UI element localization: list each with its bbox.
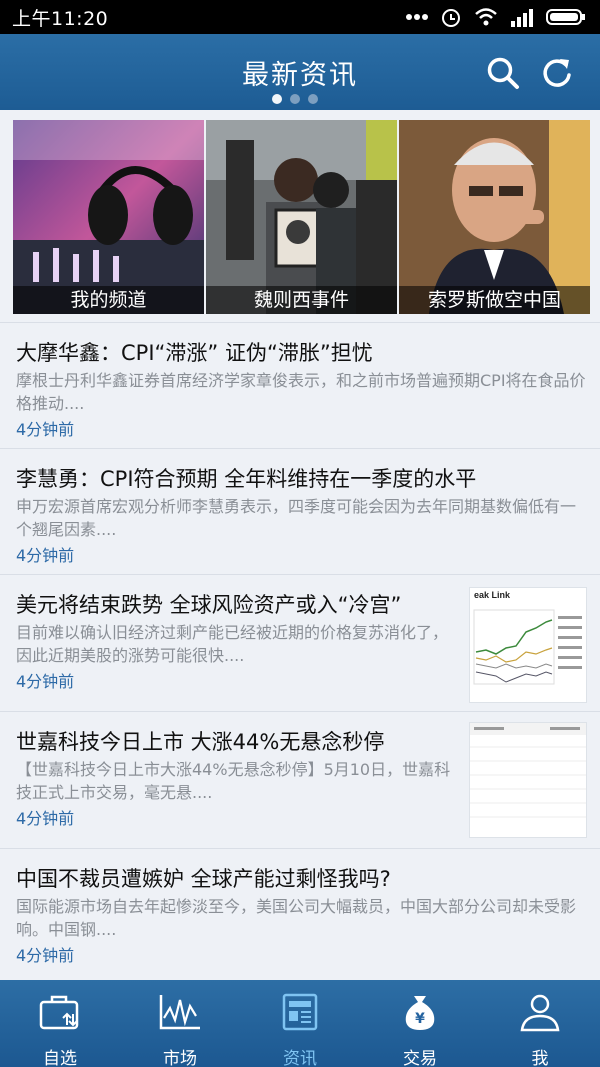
news-summary: 申万宏源首席宏观分析师李慧勇表示，四季度可能会因为去年同期基数偏低有一个翘尾因素… <box>16 497 577 539</box>
market-chart-icon <box>159 995 200 1030</box>
news-item[interactable]: 美元将结束跌势 全球风险资产或入“冷宫” 目前难以确认旧经济过剩产能已经被近期的… <box>0 574 600 711</box>
page-dot-active <box>272 94 282 104</box>
thumbnail-stock-table-image <box>470 723 586 818</box>
news-title: 中国不裁员遭嫉妒 全球产能过剩怪我吗? <box>16 867 391 891</box>
tab-label: 我 <box>531 1049 549 1067</box>
svg-text:¥: ¥ <box>415 1011 425 1027</box>
news-time: 4分钟前 <box>16 546 75 565</box>
tab-label: 自选 <box>43 1049 77 1067</box>
news-item[interactable]: 大摩华鑫：CPI“滞涨” 证伪“滞胀”担忧 摩根士丹利华鑫证券首席经济学家章俊表… <box>0 322 600 448</box>
news-summary: 国际能源市场自去年起惨淡至今，美国公司大幅裁员，中国大部分公司却未受影响。中国钢… <box>16 897 577 939</box>
app-header: 最新资讯 <box>0 34 600 110</box>
news-summary: 【世嘉科技今日上市大涨44%无悬念秒停】5月10日，世嘉科技正式上市交易，毫无悬… <box>16 760 451 802</box>
news-time: 4分钟前 <box>16 946 75 965</box>
carousel-slide-wei-zexi[interactable]: 魏则西事件 <box>206 120 397 314</box>
news-thumbnail: eak Link <box>469 587 587 703</box>
slide-caption: 索罗斯做空中国 <box>399 286 590 314</box>
news-item[interactable]: 中国不裁员遭嫉妒 全球产能过剩怪我吗? 国际能源市场自去年起惨淡至今，美国公司大… <box>0 848 600 978</box>
carousel-page-indicator <box>272 94 318 104</box>
tab-news[interactable]: 资讯 <box>240 980 360 1067</box>
news-summary: 目前难以确认旧经济过剩产能已经被近期的价格复苏消化了，因此近期美股的涨势可能很快… <box>16 623 449 665</box>
slide-caption: 我的频道 <box>13 286 204 314</box>
status-bar: 上午11:20 <box>0 0 600 34</box>
headphones-studio-image <box>13 120 204 314</box>
tab-market[interactable]: 市场 <box>120 980 240 1067</box>
slide-caption: 魏则西事件 <box>206 286 397 314</box>
tab-me[interactable]: 我 <box>480 980 600 1067</box>
battery-icon <box>546 9 585 25</box>
carousel-slide-soros[interactable]: 索罗斯做空中国 <box>399 120 590 314</box>
watchlist-icon <box>39 995 79 1030</box>
money-bag-icon: ¥ <box>405 996 435 1030</box>
news-title: 大摩华鑫：CPI“滞涨” 证伪“滞胀”担忧 <box>16 341 373 365</box>
news-time: 4分钟前 <box>16 672 75 691</box>
news-summary: 摩根士丹利华鑫证券首席经济学家章俊表示，和之前市场普遍预期CPI将在食品价格推动… <box>16 371 586 413</box>
news-title: 李慧勇：CPI符合预期 全年料维持在一季度的水平 <box>16 467 477 491</box>
page-dot <box>308 94 318 104</box>
wifi-icon <box>475 8 497 26</box>
carousel-slide-my-channel[interactable]: 我的频道 <box>13 120 204 314</box>
news-list: 大摩华鑫：CPI“滞涨” 证伪“滞胀”担忧 摩根士丹利华鑫证券首席经济学家章俊表… <box>0 322 600 978</box>
search-icon[interactable] <box>486 56 520 90</box>
status-time: 上午11:20 <box>12 7 109 30</box>
portrait-photo-image <box>399 120 590 314</box>
alarm-icon <box>442 9 460 27</box>
more-dots-icon <box>406 14 428 20</box>
news-title: 世嘉科技今日上市 大涨44%无悬念秒停 <box>16 730 385 754</box>
refresh-icon[interactable] <box>540 56 574 90</box>
page-dot <box>290 94 300 104</box>
news-time: 4分钟前 <box>16 809 75 828</box>
thumbnail-heading: eak Link <box>474 590 511 600</box>
user-icon <box>520 994 560 1032</box>
news-item[interactable]: 世嘉科技今日上市 大涨44%无悬念秒停 【世嘉科技今日上市大涨44%无悬念秒停】… <box>0 711 600 848</box>
news-icon <box>282 993 318 1031</box>
tab-label: 资讯 <box>283 1049 317 1067</box>
mourners-photo-image <box>206 120 397 314</box>
tab-watchlist[interactable]: 自选 <box>0 980 120 1067</box>
tab-trade[interactable]: ¥ 交易 <box>360 980 480 1067</box>
tab-label: 交易 <box>403 1049 437 1067</box>
featured-carousel[interactable]: 我的频道 魏则西事件 索罗斯做空中国 <box>13 120 600 314</box>
tab-label: 市场 <box>163 1049 197 1067</box>
bottom-tab-bar: 自选 市场 资讯 ¥ 交易 我 <box>0 980 600 1067</box>
news-thumbnail <box>469 722 587 838</box>
news-title: 美元将结束跌势 全球风险资产或入“冷宫” <box>16 593 402 617</box>
signal-icon <box>511 9 533 27</box>
news-time: 4分钟前 <box>16 420 75 439</box>
news-item[interactable]: 李慧勇：CPI符合预期 全年料维持在一季度的水平 申万宏源首席宏观分析师李慧勇表… <box>0 448 600 574</box>
status-icons <box>406 6 586 28</box>
thumbnail-line-chart-image <box>473 609 582 685</box>
